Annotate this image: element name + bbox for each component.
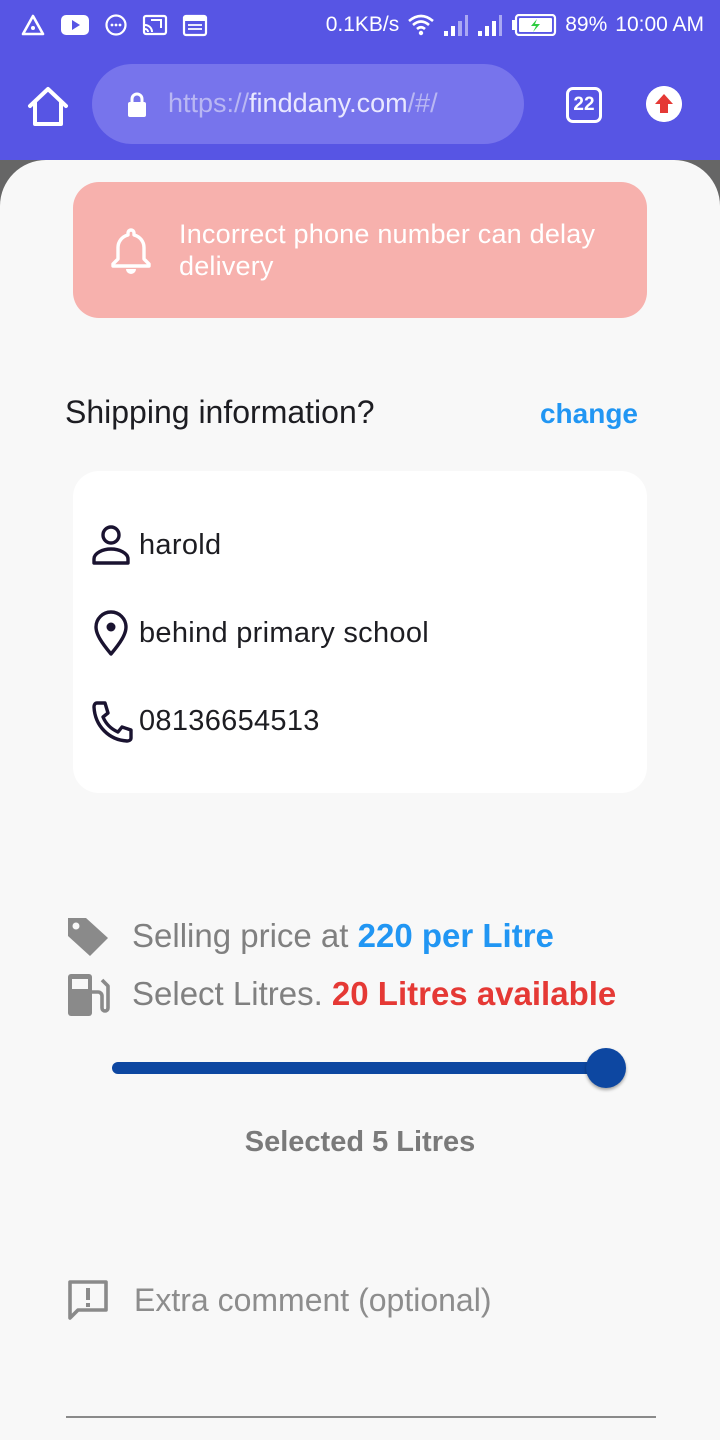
- alert-triangle-icon: [21, 14, 45, 36]
- content-sheet: Incorrect phone number can delay deliver…: [0, 160, 720, 1440]
- bell-icon: [111, 228, 151, 274]
- messenger-icon: [105, 14, 127, 36]
- cast-icon: [142, 14, 168, 36]
- status-bar-notifications: [20, 12, 208, 38]
- signal-icon: [444, 15, 469, 36]
- location-pin-icon: [94, 610, 128, 656]
- price-text: Selling price at 220 per Litre: [132, 917, 554, 955]
- url-bar[interactable]: https://finddany.com/#/: [92, 64, 524, 144]
- litres-available: 20 Litres available: [331, 975, 617, 1012]
- litres-slider[interactable]: [112, 1040, 628, 1096]
- fuel-pump-icon: [68, 974, 110, 1016]
- home-icon[interactable]: [26, 84, 70, 128]
- tabs-button[interactable]: 22: [566, 87, 602, 123]
- comment-alert-icon: [68, 1280, 108, 1320]
- status-bar-system: 0.1KB/s 89% 10:00 AM: [326, 12, 704, 38]
- selected-litres: Selected 5 Litres: [244, 1126, 476, 1158]
- price-tag-icon: [68, 918, 108, 956]
- clock: 10:00 AM: [615, 13, 704, 36]
- price-value: 220 per Litre: [357, 917, 554, 954]
- slider-thumb[interactable]: [586, 1048, 626, 1088]
- shipping-phone-row: 08136654513: [89, 697, 320, 745]
- lock-icon: [128, 92, 146, 117]
- litres-prefix: Select Litres.: [132, 975, 332, 1012]
- shipping-card: harold behind primary school 08136654513: [73, 471, 647, 793]
- youtube-icon: [61, 15, 89, 35]
- signal-icon: [478, 15, 503, 36]
- battery-charging-icon: [512, 14, 557, 36]
- upgrade-arrow-icon[interactable]: [646, 86, 682, 122]
- comment-field[interactable]: [66, 1272, 656, 1422]
- price-prefix: Selling price at: [132, 917, 358, 954]
- wifi-icon: [408, 14, 435, 36]
- calendar-icon: [182, 14, 208, 37]
- url-scheme: https://: [168, 88, 250, 118]
- url-path: /#/: [407, 88, 438, 118]
- page: Incorrect phone number can delay deliver…: [0, 160, 720, 1440]
- price-line: Selling price at 220 per Litre: [64, 914, 554, 958]
- shipping-title: Shipping information?: [65, 394, 375, 430]
- comment-input[interactable]: [134, 1272, 654, 1328]
- tab-count: 22: [573, 94, 595, 115]
- person-icon: [92, 525, 130, 565]
- url-text[interactable]: https://finddany.com/#/: [168, 88, 438, 119]
- network-speed: 0.1KB/s: [325, 13, 400, 36]
- delivery-warning-alert: Incorrect phone number can delay deliver…: [73, 182, 647, 318]
- shipping-address-row: behind primary school: [89, 609, 429, 657]
- change-shipping-button[interactable]: change: [540, 398, 638, 430]
- status-bar: 0.1KB/s 89% 10:00 AM: [0, 0, 720, 50]
- shipping-name: harold: [139, 528, 222, 561]
- url-host: finddany.com: [249, 88, 408, 118]
- shipping-name-row: harold: [89, 521, 221, 569]
- slider-track[interactable]: [112, 1062, 612, 1074]
- alert-message: Incorrect phone number can delay deliver…: [179, 219, 596, 281]
- browser-toolbar: https://finddany.com/#/ 22: [0, 50, 720, 160]
- shipping-phone: 08136654513: [139, 704, 320, 737]
- litres-line: Select Litres. 20 Litres available: [64, 972, 616, 1016]
- phone-icon: [92, 701, 133, 743]
- litres-text: Select Litres. 20 Litres available: [132, 975, 616, 1013]
- comment-underline: [66, 1416, 656, 1418]
- shipping-address: behind primary school: [139, 616, 429, 649]
- battery-percent: 89%: [565, 13, 608, 36]
